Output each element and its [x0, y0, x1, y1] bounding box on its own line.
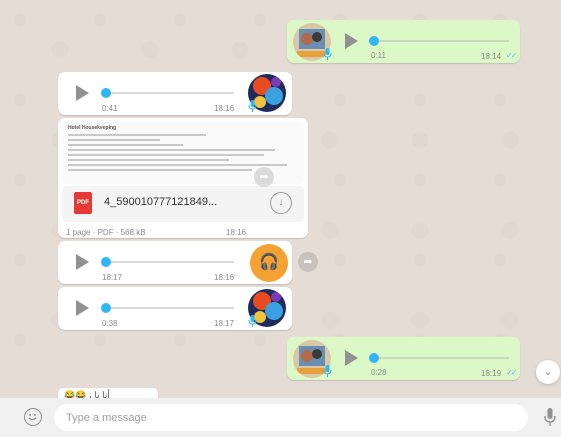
play-button[interactable] — [345, 350, 358, 366]
progress-track[interactable] — [106, 307, 234, 309]
voice-message-outgoing: 0:11 18:14 ✓✓ — [287, 20, 520, 63]
progress-track[interactable] — [373, 357, 509, 359]
mic-icon — [248, 315, 257, 327]
pdf-icon: PDF — [74, 192, 92, 214]
download-icon[interactable]: ↓ — [270, 192, 292, 214]
duration-label: 18:17 — [102, 273, 123, 282]
document-preview-header: Hotel Housekeeping — [68, 125, 117, 131]
scroll-down-button[interactable]: ⌄ — [536, 360, 560, 384]
voice-message-incoming: 0:41 18:16 — [58, 72, 292, 115]
mic-icon — [248, 100, 257, 112]
play-button[interactable] — [76, 300, 89, 316]
headphones-icon: 🎧 — [250, 244, 288, 282]
progress-handle[interactable] — [369, 353, 379, 363]
chevron-down-icon: ⌄ — [543, 366, 553, 378]
progress-track[interactable] — [106, 92, 234, 94]
progress-track[interactable] — [106, 261, 234, 263]
voice-message-incoming: 0:38 18:17 — [58, 287, 292, 330]
progress-handle[interactable] — [369, 36, 379, 46]
play-button[interactable] — [345, 33, 358, 49]
voice-message-outgoing: 0:28 18:19 ✓✓ — [287, 337, 520, 380]
duration-label: 0:28 — [371, 368, 387, 377]
voice-message-incoming: 18:17 18:16 🎧 — [58, 241, 292, 284]
timestamp: 18:19 — [481, 369, 502, 378]
read-receipt-icon: ✓✓ — [506, 368, 517, 377]
timestamp: 18:16 — [214, 273, 235, 282]
duration-label: 0:11 — [371, 51, 386, 60]
progress-handle[interactable] — [101, 303, 111, 313]
composer-bar — [0, 398, 561, 437]
progress-handle[interactable] — [101, 88, 111, 98]
share-icon[interactable]: ➦ — [254, 167, 274, 187]
timestamp: 18:16 — [214, 104, 235, 113]
timestamp: 18:17 — [214, 319, 235, 328]
mic-icon — [323, 48, 332, 60]
duration-label: 0:41 — [102, 104, 118, 113]
timestamp: 18:14 — [481, 52, 502, 61]
emoji-icon[interactable] — [24, 408, 42, 426]
share-icon[interactable]: ➦ — [298, 252, 318, 272]
progress-track[interactable] — [373, 40, 509, 42]
document-meta: 1 page · PDF · 568 kB — [66, 228, 146, 237]
play-button[interactable] — [76, 254, 89, 270]
progress-handle[interactable] — [101, 257, 111, 267]
message-input[interactable] — [54, 404, 528, 431]
read-receipt-icon: ✓✓ — [506, 51, 517, 60]
mic-icon — [323, 365, 332, 377]
document-file-row[interactable]: PDF 4_590010777121849... ↓ — [62, 186, 304, 222]
chat-pane: 0:11 18:14 ✓✓ 0:41 18:16 Hotel Housekeep… — [0, 0, 561, 398]
timestamp: 18:16 — [226, 228, 247, 237]
document-filename: 4_590010777121849... — [104, 196, 218, 208]
duration-label: 0:38 — [102, 319, 118, 328]
partial-message: 😂😂 ، أنا يا — [58, 388, 158, 398]
play-button[interactable] — [76, 85, 89, 101]
partial-message-text: 😂😂 ، أنا يا — [64, 390, 110, 398]
mic-icon[interactable] — [544, 408, 556, 426]
